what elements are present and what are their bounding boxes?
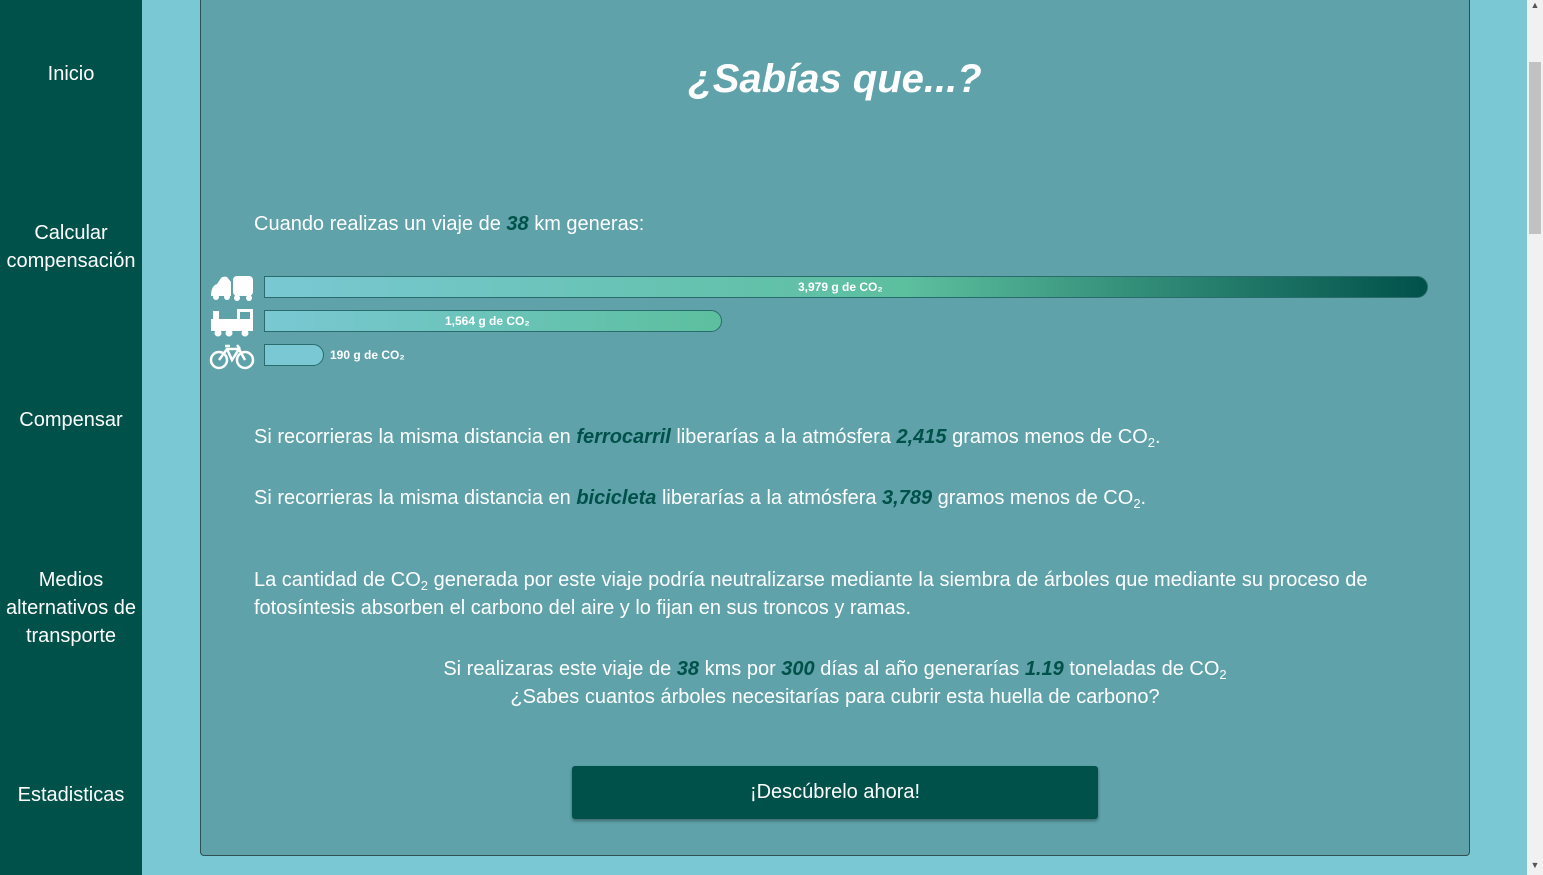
train-sentence-middle: liberarías a la atmósfera [670, 426, 897, 448]
bike-savings: 3,789 [882, 487, 933, 509]
sidebar-item-label: Compensar [19, 409, 123, 431]
train-sentence-after: gramos menos de CO [946, 426, 1148, 448]
sidebar-item-label: Estadisticas [17, 784, 125, 806]
yearly-p4: toneladas de CO [1063, 658, 1220, 680]
bike-sentence-middle: liberarías a la atmósfera [656, 487, 883, 509]
main-panel: ¿Sabías que...? Cuando realizas un viaje… [200, 0, 1470, 856]
yearly-p3: días al año generarías [814, 658, 1025, 680]
sidebar-item-estadisticas[interactable]: Estadisticas [0, 781, 142, 809]
bike-sentence-end: . [1140, 487, 1147, 509]
train-sentence-before: Si recorrieras la misma distancia en [254, 426, 577, 448]
bicycle-icon [209, 344, 255, 370]
co2-subscript: 2 [420, 578, 429, 593]
co2-bar-label: 1,564 g de CO₂ [445, 314, 530, 328]
scroll-up-icon[interactable]: ▲ [1530, 0, 1540, 10]
trip-distance: 38 [506, 213, 529, 235]
car-icon [211, 276, 253, 301]
page-scrollbar[interactable]: ▲ ▼ [1527, 0, 1543, 875]
intro-after: km generas: [528, 213, 645, 235]
yearly-p1: Si realizaras este viaje de [443, 658, 677, 680]
bike-sentence-after: gramos menos de CO [932, 487, 1134, 509]
sidebar-item-label: Calcular [34, 222, 108, 244]
sidebar-item-label: transporte [25, 625, 117, 647]
train-savings: 2,415 [896, 426, 947, 448]
train-icon [211, 309, 253, 337]
co2-bar-label: 190 g de CO₂ [330, 348, 405, 362]
yearly-kms: 38 [676, 658, 700, 680]
sidebar-item-label: alternativos de [5, 597, 137, 619]
sidebar-item-label: compensación [6, 250, 136, 272]
sidebar-item-label: Inicio [47, 63, 95, 85]
train-mode: ferrocarril [576, 426, 671, 448]
sidebar-item-inicio[interactable]: Inicio [0, 60, 142, 88]
co2-bar-chart: 3,979 g de CO₂ 1,564 g de CO₂ 190 g de CO₂ [201, 269, 1469, 379]
trees-line1-before: La cantidad de CO [254, 569, 421, 591]
trees-line2: fotosíntesis absorben el carbono del air… [254, 597, 912, 619]
yearly-p2: kms por [699, 658, 782, 680]
bike-comparison-text: Si recorrieras la misma distancia en bic… [254, 484, 1146, 512]
trees-question: ¿Sabes cuantos árboles necesitarías para… [510, 686, 1160, 708]
sidebar-nav: Inicio Calcular compensación Compensar M… [0, 0, 142, 875]
sidebar-item-medios-alternativos[interactable]: Medios alternativos de transporte [0, 566, 142, 650]
trees-paragraph: La cantidad de CO2 generada por este via… [254, 566, 1367, 622]
train-comparison-text: Si recorrieras la misma distancia en fer… [254, 423, 1161, 451]
intro-before: Cuando realizas un viaje de [254, 213, 507, 235]
scrollbar-thumb[interactable] [1529, 62, 1541, 234]
bike-sentence-before: Si recorrieras la misma distancia en [254, 487, 577, 509]
intro-text: Cuando realizas un viaje de 38 km genera… [254, 210, 644, 238]
co2-subscript: 2 [1133, 496, 1141, 511]
co2-subscript: 2 [1219, 667, 1227, 682]
co2-bar-bicycle [264, 344, 324, 366]
sidebar-item-label: Medios [38, 569, 104, 591]
page-title: ¿Sabías que...? [688, 57, 982, 101]
yearly-tons: 1.19 [1024, 658, 1064, 680]
sidebar-item-calcular-compensacion[interactable]: Calcular compensación [0, 219, 142, 275]
scroll-down-icon[interactable]: ▼ [1530, 860, 1540, 870]
discover-now-button[interactable]: ¡Descúbrelo ahora! [572, 766, 1098, 819]
bike-mode: bicicleta [576, 487, 657, 509]
co2-subscript: 2 [1147, 435, 1155, 450]
train-sentence-end: . [1155, 426, 1161, 448]
trees-line1-after: generada por este viaje podría neutraliz… [428, 569, 1368, 591]
yearly-days: 300 [781, 658, 815, 680]
co2-bar-label: 3,979 g de CO₂ [798, 280, 883, 294]
yearly-summary: Si realizaras este viaje de 38 kms por 3… [201, 655, 1469, 711]
sidebar-item-compensar[interactable]: Compensar [0, 406, 142, 434]
